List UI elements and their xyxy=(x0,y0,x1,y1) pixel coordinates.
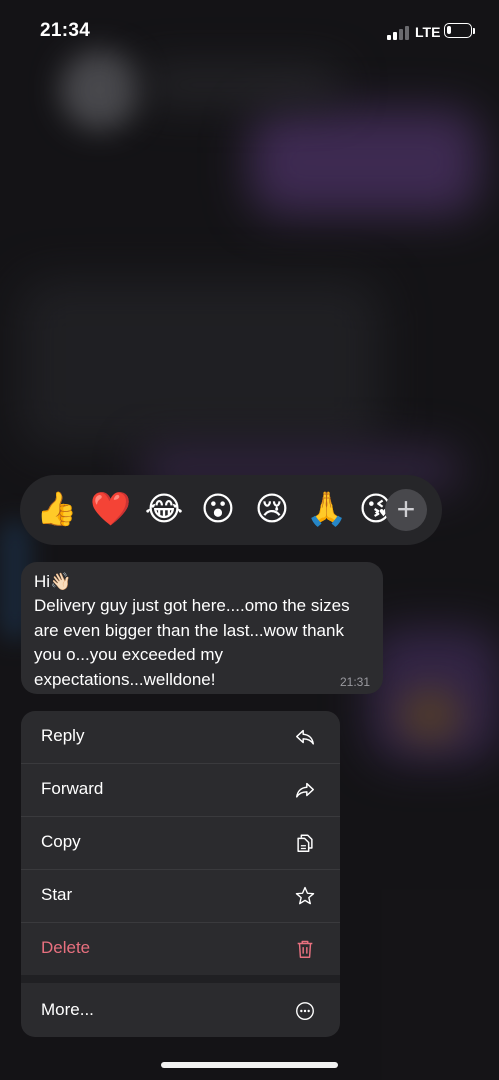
battery-level xyxy=(447,26,451,34)
menu-group-divider xyxy=(21,975,340,983)
menu-item-forward[interactable]: Forward xyxy=(21,764,340,816)
menu-item-label: Copy xyxy=(41,832,81,851)
home-indicator[interactable] xyxy=(161,1062,338,1068)
forward-arrow-icon xyxy=(296,782,314,798)
more-ellipsis-icon xyxy=(296,1002,314,1020)
signal-icon xyxy=(387,26,413,40)
add-reaction-button[interactable]: + xyxy=(385,489,427,531)
message-greeting: Hi👋🏻 xyxy=(34,572,72,591)
reaction-thumbs-up[interactable]: 👍 xyxy=(36,489,77,529)
battery-icon xyxy=(444,23,472,38)
menu-item-star[interactable]: Star xyxy=(21,870,340,922)
status-time: 21:34 xyxy=(40,20,91,41)
reaction-laughing[interactable]: 😂 xyxy=(144,489,184,529)
menu-item-delete[interactable]: Delete xyxy=(21,923,340,975)
menu-item-more[interactable]: More... xyxy=(21,983,340,1037)
reply-arrow-icon xyxy=(296,729,314,745)
message-time: 21:31 xyxy=(339,675,370,689)
reaction-surprised[interactable]: 😮 xyxy=(198,489,238,529)
menu-item-label: Delete xyxy=(41,938,91,957)
menu-item-label: More... xyxy=(41,1000,94,1019)
reaction-bar: 👍 ❤️ 😂 😮 😢 🙏 😘 + xyxy=(20,475,442,545)
trash-icon xyxy=(297,940,313,958)
reaction-heart[interactable]: ❤️ xyxy=(90,489,131,529)
menu-item-label: Reply xyxy=(41,726,85,745)
status-bar: 21:34 LTE xyxy=(0,0,499,62)
message-bubble[interactable]: Hi👋🏻 Delivery guy just got here....omo t… xyxy=(21,562,383,694)
message-context-menu: Reply Forward Copy Star Delete More... xyxy=(21,711,340,1037)
menu-item-copy[interactable]: Copy xyxy=(21,817,340,869)
message-text: Delivery guy just got here....omo the si… xyxy=(34,596,350,689)
network-type: LTE xyxy=(415,24,441,40)
reaction-crying[interactable]: 😢 xyxy=(252,489,292,529)
menu-item-label: Forward xyxy=(41,779,104,798)
menu-item-label: Star xyxy=(41,885,73,904)
star-icon xyxy=(295,886,315,905)
copy-icon xyxy=(297,834,313,852)
menu-item-reply[interactable]: Reply xyxy=(21,711,340,763)
reaction-pray[interactable]: 🙏 xyxy=(306,489,347,529)
